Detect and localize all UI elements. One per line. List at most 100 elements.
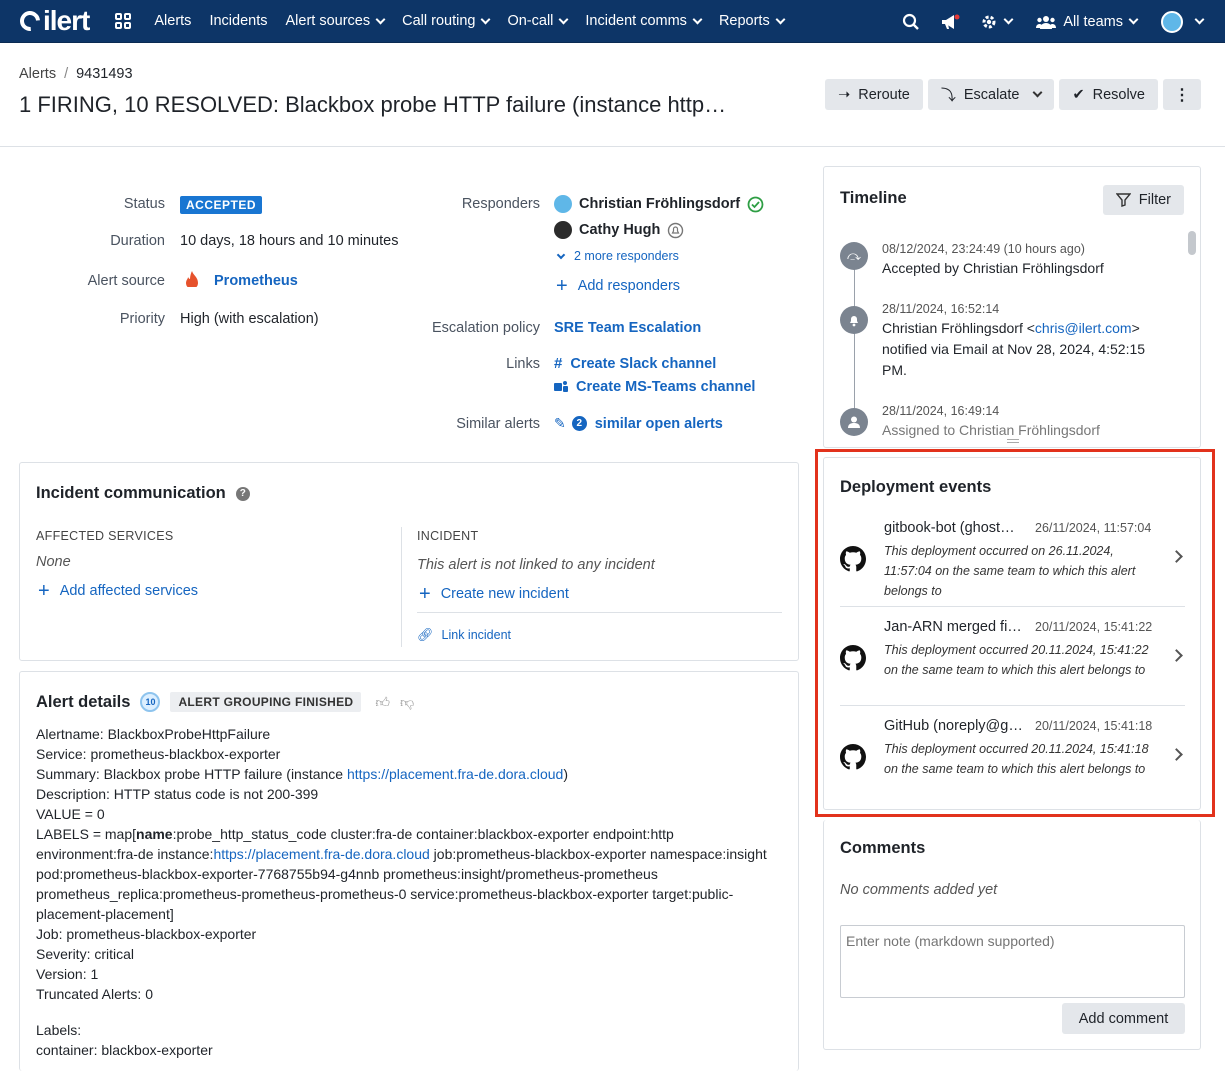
deployment-name: GitHub (noreply@gi…: [884, 718, 1024, 734]
divider: [417, 612, 782, 613]
comment-input[interactable]: [840, 925, 1185, 998]
labels-bold: name: [136, 826, 173, 842]
teams-selector[interactable]: All teams: [1036, 14, 1139, 30]
grouped-count-badge: 10: [140, 692, 161, 712]
user-avatar: [1161, 10, 1183, 33]
responder-name: Cathy Hugh: [579, 222, 661, 238]
ilert-logo[interactable]: ilert: [15, 5, 90, 37]
add-comment-button[interactable]: Add comment: [1062, 1003, 1185, 1034]
resize-handle[interactable]: [1007, 439, 1019, 443]
alert-details-body: Alertname: BlackboxProbeHttpFailure Serv…: [36, 724, 776, 1060]
deployment-description: This deployment occurred 20.11.2024, 15:…: [884, 742, 1149, 776]
escalate-button[interactable]: ⤵ Escalate: [927, 79, 1055, 110]
chevron-down-icon: [1033, 87, 1043, 98]
chevron-down-icon: [481, 14, 491, 24]
help-icon[interactable]: ?: [235, 486, 250, 501]
filter-label: Filter: [1138, 192, 1171, 208]
slack-link-label: Create Slack channel: [570, 355, 717, 372]
avatar: [554, 221, 572, 239]
settings-gear-icon[interactable]: [980, 13, 1014, 31]
duration-value: 10 days, 18 hours and 10 minutes: [180, 233, 399, 249]
responder-2[interactable]: Cathy Hugh: [554, 221, 684, 239]
thumbs-up-icon[interactable]: 👍︎: [375, 694, 390, 711]
resolve-button[interactable]: ✔ Resolve: [1059, 79, 1158, 110]
chevron-down-icon: [1194, 14, 1205, 25]
deployment-events-title: Deployment events: [840, 478, 992, 496]
alert-details-card: Alert details 10 ALERT GROUPING FINISHED…: [19, 671, 799, 1071]
nav-item-label: Alerts: [154, 13, 192, 29]
similar-alerts-link[interactable]: ✎ 2 similar open alerts: [554, 415, 723, 432]
more-responders-toggle[interactable]: 2 more responders: [556, 249, 679, 263]
nav-item-incidents[interactable]: Incidents: [200, 13, 276, 29]
responder-1[interactable]: Christian Fröhlingsdorf: [554, 195, 764, 213]
megaphone-icon[interactable]: [940, 13, 960, 31]
affected-services-none: None: [36, 554, 71, 570]
reroute-label: Reroute: [858, 86, 910, 103]
chevron-right-icon[interactable]: [1170, 649, 1183, 662]
nav-item-reports[interactable]: Reports: [710, 13, 793, 29]
breadcrumb-separator: /: [64, 66, 69, 82]
instance-link[interactable]: https://placement.fra-de.dora.cloud: [213, 846, 429, 862]
similar-alerts-label: Similar alerts: [456, 416, 540, 432]
arrow-right-icon: ➝: [838, 86, 851, 103]
nav-item-label: Reports: [718, 13, 770, 29]
responders-label: Responders: [461, 196, 540, 212]
timeline-date: 28/11/2024, 16:52:14: [882, 302, 1000, 316]
slack-icon: #: [554, 355, 563, 372]
detail-line: Severity: critical: [36, 946, 135, 962]
nav-item-incident-comms[interactable]: Incident comms: [576, 13, 710, 29]
incident-label: INCIDENT: [417, 529, 479, 543]
timeline-scrollbar[interactable]: [1188, 231, 1196, 255]
thumbs-down-icon[interactable]: 👎︎: [400, 694, 414, 711]
prometheus-link[interactable]: Prometheus: [214, 273, 298, 289]
create-teams-channel[interactable]: Create MS-Teams channel: [554, 379, 755, 395]
email-link[interactable]: chris@ilert.com: [1035, 320, 1132, 336]
prometheus-icon: [186, 271, 198, 289]
timeline-date: 08/12/2024, 23:24:49 (10 hours ago): [882, 242, 1085, 256]
top-navbar: ilert Alerts Incidents Alert sources Call r…: [0, 0, 1225, 43]
add-responders-label: Add responders: [577, 278, 681, 294]
grouping-finished-badge: ALERT GROUPING FINISHED: [170, 692, 362, 712]
add-affected-services-button[interactable]: + Add affected services: [38, 580, 199, 602]
breadcrumb-alerts-link[interactable]: Alerts: [19, 66, 56, 82]
add-responders-button[interactable]: + Add responders: [556, 276, 681, 296]
chevron-down-icon: [692, 14, 703, 24]
instance-link[interactable]: https://placement.fra-de.dora.cloud: [347, 766, 563, 782]
summary-suffix: ): [563, 766, 568, 782]
more-options-button[interactable]: ⋮: [1163, 79, 1201, 110]
deployment-event-item[interactable]: GitHub (noreply@gi… 20/11/2024, 15:41:18 T…: [840, 706, 1185, 805]
plus-icon: +: [38, 580, 50, 602]
escalation-policy-link[interactable]: SRE Team Escalation: [554, 320, 701, 336]
nav-item-call-routing[interactable]: Call routing: [393, 13, 498, 29]
apps-grid-icon[interactable]: [115, 13, 132, 29]
top-right-controls: All teams: [892, 0, 1225, 43]
user-menu[interactable]: [1161, 10, 1205, 33]
chevron-right-icon[interactable]: [1170, 550, 1183, 563]
similar-alerts-label-link: similar open alerts: [594, 415, 723, 432]
more-responders-label: 2 more responders: [574, 249, 679, 263]
nav-item-on-call[interactable]: On-call: [498, 13, 576, 29]
no-comments-text: No comments added yet: [840, 882, 998, 898]
nav-item-label: Incidents: [209, 13, 268, 29]
labels-heading: Labels:: [36, 1022, 82, 1038]
search-icon[interactable]: [902, 13, 920, 31]
add-affected-services-label: Add affected services: [59, 583, 199, 599]
incident-not-linked-text: This alert is not linked to any incident: [417, 557, 655, 573]
create-new-incident-button[interactable]: + Create new incident: [419, 584, 569, 604]
chevron-down-icon: [558, 14, 569, 24]
detail-labels-map: LABELS = map[name:probe_http_status_code…: [36, 824, 776, 924]
link-incident-button[interactable]: 🔗︎ Link incident: [417, 627, 511, 643]
nav-item-alert-sources[interactable]: Alert sources: [276, 13, 393, 29]
chevron-down-icon: [1003, 14, 1014, 25]
chevron-right-icon[interactable]: [1170, 748, 1183, 761]
create-slack-channel[interactable]: # Create Slack channel: [554, 355, 716, 372]
deployment-event-item[interactable]: gitbook-bot (ghost… 26/11/2024, 11:57:04 T…: [840, 508, 1185, 607]
deployment-event-item[interactable]: Jan-ARN merged fi… 20/11/2024, 15:41:22 Th…: [840, 607, 1185, 706]
detail-line: Service: prometheus-blackbox-exporter: [36, 746, 281, 762]
reroute-button[interactable]: ➝ Reroute: [825, 79, 923, 110]
timeline-date: 28/11/2024, 16:49:14: [882, 404, 1000, 418]
similar-count-badge: 2: [571, 416, 587, 431]
priority-label: Priority: [119, 311, 165, 327]
filter-button[interactable]: Filter: [1102, 185, 1184, 215]
nav-item-alerts[interactable]: Alerts: [145, 13, 200, 29]
